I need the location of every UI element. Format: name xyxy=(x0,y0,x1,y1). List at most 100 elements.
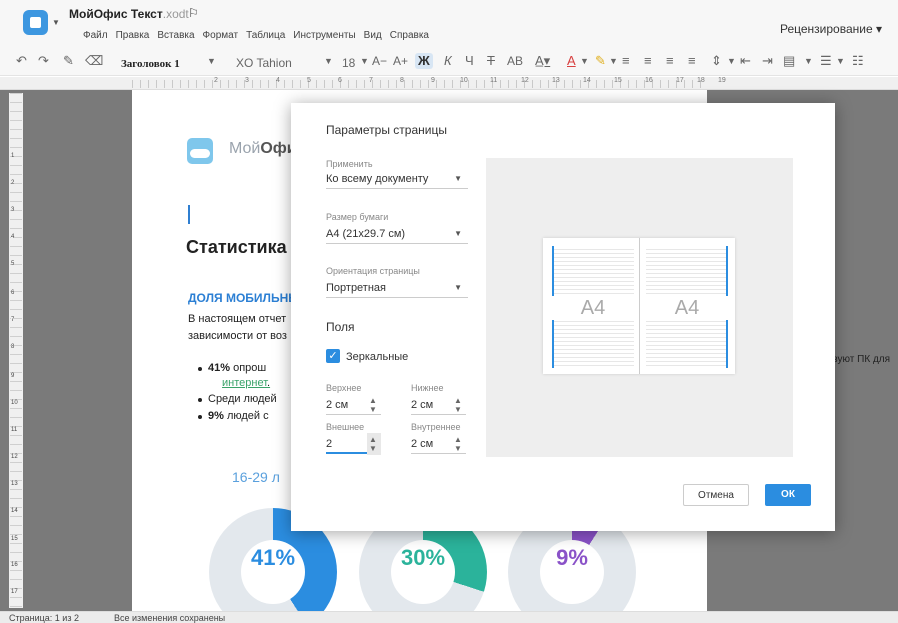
italic-button[interactable]: К xyxy=(444,53,452,69)
align-right-icon[interactable]: ≡ xyxy=(666,53,674,69)
highlight-caret-icon[interactable]: ▼ xyxy=(609,53,618,69)
vruler-mark: 3 xyxy=(11,207,15,213)
app-menu-caret-icon[interactable]: ▼ xyxy=(52,18,60,27)
cancel-button[interactable]: Отмена xyxy=(683,484,749,506)
document-ext: .xodt xyxy=(162,7,189,21)
flag-icon[interactable]: ⚐ xyxy=(188,6,199,20)
list-item[interactable]: Среди людей xyxy=(198,393,277,405)
paragraph-icon[interactable]: ▤ xyxy=(783,53,795,69)
paragraph-line-2[interactable]: зависимости от воз xyxy=(188,330,287,342)
format-painter-icon[interactable]: ✎ xyxy=(63,53,74,69)
margins-title: Поля xyxy=(326,320,355,334)
stepper-arrows[interactable]: ▲ ▼ xyxy=(367,433,381,455)
page-counter: Страница: 1 из 2 xyxy=(9,613,79,623)
font-caret-icon[interactable]: ▼ xyxy=(324,53,333,69)
line-spacing-icon[interactable]: ⇕ xyxy=(711,53,722,69)
mirror-label[interactable]: Зеркальные xyxy=(346,351,408,363)
font-decrease-button[interactable]: A− xyxy=(372,53,387,69)
paragraph-caret-icon[interactable]: ▼ xyxy=(804,53,813,69)
menu-format[interactable]: Формат xyxy=(203,30,239,41)
font-size-select[interactable]: 18 xyxy=(342,55,355,71)
arrow-down-icon[interactable]: ▼ xyxy=(369,445,377,453)
menu-insert[interactable]: Вставка xyxy=(157,30,194,41)
vruler-mark: 6 xyxy=(11,290,15,296)
menu-help[interactable]: Справка xyxy=(390,30,429,41)
age-group-heading: 16-29 л xyxy=(232,469,280,485)
style-select[interactable]: Заголовок 1 xyxy=(121,56,180,72)
vertical-ruler[interactable]: 1 2 3 4 5 6 7 8 9 10 11 12 13 14 15 16 1… xyxy=(9,93,23,608)
stepper-arrows[interactable]: ▲ ▼ xyxy=(452,394,466,416)
document-heading[interactable]: Статистика xyxy=(186,237,287,258)
chevron-down-icon: ▼ xyxy=(454,174,462,183)
inner-margin-stepper[interactable]: 2 см ▲ ▼ xyxy=(411,436,466,454)
outer-margin-label: Внешнее xyxy=(326,422,365,432)
undo-icon[interactable]: ↶ xyxy=(16,53,27,69)
link-tail: . xyxy=(267,377,271,389)
paper-size-select[interactable]: А4 (21x29.7 см) ▼ xyxy=(326,226,468,244)
text-effects-icon[interactable]: A̲▾ xyxy=(535,53,550,69)
top-margin-stepper[interactable]: 2 см ▲ ▼ xyxy=(326,397,381,415)
paper-size-value: А4 (21x29.7 см) xyxy=(326,228,406,240)
menu-tools[interactable]: Инструменты xyxy=(293,30,355,41)
bold-button[interactable]: Ж xyxy=(415,53,433,69)
arrow-up-icon[interactable]: ▲ xyxy=(369,436,377,444)
text-color-caret-icon[interactable]: ▼ xyxy=(580,53,589,69)
align-left-icon[interactable]: ≡ xyxy=(622,53,630,69)
top-margin-value: 2 см xyxy=(326,399,349,411)
mirror-checkbox[interactable]: ✓ xyxy=(326,349,340,363)
menu-file[interactable]: Файл xyxy=(83,30,108,41)
arrow-down-icon[interactable]: ▼ xyxy=(454,406,462,414)
document-subheading[interactable]: ДОЛЯ МОБИЛЬНЫ xyxy=(188,291,300,305)
clear-format-icon[interactable]: ⌫ xyxy=(85,53,103,69)
list-item[interactable]: 9% людей с xyxy=(198,410,269,422)
vruler-mark: 13 xyxy=(11,481,18,487)
caps-button[interactable]: АВ xyxy=(507,53,523,69)
menu-table[interactable]: Таблица xyxy=(246,30,285,41)
bullet-list-icon[interactable]: ☰ xyxy=(820,53,832,69)
menu-edit[interactable]: Правка xyxy=(116,30,150,41)
horizontal-ruler[interactable]: 2 3 4 5 6 7 8 9 10 11 12 13 14 15 16 17 … xyxy=(0,77,898,90)
bullet-list-caret-icon[interactable]: ▼ xyxy=(836,53,845,69)
menu-view[interactable]: Вид xyxy=(364,30,382,41)
outer-margin-stepper[interactable]: 2 ▲ ▼ xyxy=(326,433,381,455)
highlight-icon[interactable]: ✎ xyxy=(595,53,606,69)
app-logo-icon[interactable] xyxy=(23,10,48,35)
apply-select[interactable]: Ко всему документу ▼ xyxy=(326,171,468,189)
line-spacing-caret-icon[interactable]: ▼ xyxy=(727,53,736,69)
internet-link[interactable]: интернет. xyxy=(222,377,270,389)
strikethrough-button[interactable]: Т xyxy=(487,53,495,69)
arrow-up-icon[interactable]: ▲ xyxy=(454,436,462,444)
bottom-margin-stepper[interactable]: 2 см ▲ ▼ xyxy=(411,397,466,415)
vertical-ruler-ticks xyxy=(10,93,22,608)
orientation-select[interactable]: Портретная ▼ xyxy=(326,280,468,298)
indent-increase-icon[interactable]: ⇥ xyxy=(762,53,773,69)
stepper-arrows[interactable]: ▲ ▼ xyxy=(452,433,466,455)
size-caret-icon[interactable]: ▼ xyxy=(360,53,369,69)
paragraph-line-1[interactable]: В настоящем отчет xyxy=(188,313,286,325)
font-select[interactable]: XO Tahion xyxy=(236,55,292,71)
underline-button[interactable]: Ч xyxy=(465,53,474,69)
ok-button[interactable]: ОК xyxy=(765,484,811,506)
bullet-bold: 9% xyxy=(208,410,224,422)
redo-icon[interactable]: ↷ xyxy=(38,53,49,69)
indent-decrease-icon[interactable]: ⇤ xyxy=(740,53,751,69)
list-item[interactable]: 41% опрош xyxy=(198,362,266,374)
arrow-up-icon[interactable]: ▲ xyxy=(369,397,377,405)
arrow-down-icon[interactable]: ▼ xyxy=(454,445,462,453)
text-color-icon[interactable]: A xyxy=(567,53,576,69)
style-caret-icon[interactable]: ▼ xyxy=(207,53,216,69)
outer-margin-value: 2 xyxy=(326,438,333,450)
font-increase-button[interactable]: A+ xyxy=(393,53,408,69)
document-title[interactable]: МойОфис Текст.xodt xyxy=(69,7,189,21)
status-bar: Страница: 1 из 2 Все изменения сохранены xyxy=(0,611,898,623)
arrow-down-icon[interactable]: ▼ xyxy=(369,406,377,414)
stepper-arrows[interactable]: ▲ ▼ xyxy=(367,394,381,416)
review-dropdown[interactable]: Рецензирование ▾ xyxy=(780,22,882,36)
numbered-list-icon[interactable]: ☷ xyxy=(852,53,864,69)
vruler-mark: 2 xyxy=(11,180,15,186)
arrow-up-icon[interactable]: ▲ xyxy=(454,397,462,405)
chevron-down-icon: ▼ xyxy=(454,229,462,238)
align-justify-icon[interactable]: ≡ xyxy=(688,53,696,69)
align-center-icon[interactable]: ≡ xyxy=(644,53,652,69)
page-setup-dialog: Параметры страницы Применить Ко всему до… xyxy=(291,103,835,531)
